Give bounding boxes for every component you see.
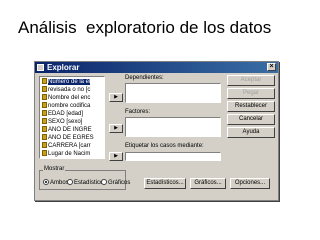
- variable-icon: [42, 118, 47, 124]
- factores-label: Factores:: [125, 109, 151, 115]
- etiquetar-field[interactable]: [125, 152, 221, 161]
- radio-indicator: [67, 179, 73, 185]
- estadisticos-button[interactable]: Estadísticos...: [144, 178, 186, 189]
- radio-indicator: [43, 179, 49, 185]
- explorar-dialog: Explorar × Número de la el revisada o no…: [34, 61, 279, 201]
- variable-icon: [42, 150, 47, 156]
- list-item[interactable]: Lugar de Nacim: [42, 150, 104, 158]
- radio-graficos[interactable]: Gráficos: [101, 179, 130, 186]
- close-button[interactable]: ×: [267, 63, 276, 71]
- variable-icon: [42, 134, 47, 140]
- etiquetar-label: Etiquetar los casos mediante:: [125, 143, 204, 149]
- variable-icon: [42, 110, 47, 116]
- dialog-title: Explorar: [47, 63, 80, 72]
- dialog-titlebar[interactable]: Explorar ×: [35, 62, 278, 73]
- variable-icon: [42, 142, 47, 148]
- move-to-etiquetar-button[interactable]: ▶: [109, 152, 123, 161]
- factores-list[interactable]: [125, 117, 221, 137]
- ayuda-button[interactable]: Ayuda: [227, 127, 275, 138]
- graficos-button[interactable]: Gráficos...: [190, 178, 226, 189]
- slide-title: Análisis exploratorio de los datos: [18, 18, 272, 37]
- variable-icon: [42, 78, 47, 84]
- variable-list[interactable]: Número de la el revisada o no [c Nombre …: [39, 76, 105, 159]
- move-to-dependientes-button[interactable]: ▶: [109, 93, 123, 102]
- variable-icon: [42, 86, 47, 92]
- dependientes-list[interactable]: [125, 83, 221, 103]
- cancelar-button[interactable]: Cancelar: [227, 114, 275, 125]
- radio-indicator: [101, 179, 107, 185]
- opciones-button[interactable]: Opciones...: [230, 178, 270, 189]
- dependientes-label: Dependientes:: [125, 75, 164, 81]
- aceptar-button[interactable]: Aceptar: [227, 75, 275, 86]
- variable-icon: [42, 102, 47, 108]
- app-icon: [37, 64, 44, 71]
- variable-icon: [42, 94, 47, 100]
- pegar-button[interactable]: Pegar: [227, 88, 275, 99]
- variable-icon: [42, 126, 47, 132]
- mostrar-label: Mostrar: [43, 166, 66, 172]
- radio-ambos[interactable]: Ambos: [43, 179, 69, 186]
- restablecer-button[interactable]: Restablecer: [227, 101, 275, 112]
- mostrar-group: Mostrar Ambos Estadísticos Gráficos: [39, 166, 130, 190]
- move-to-factores-button[interactable]: ▶: [109, 124, 123, 133]
